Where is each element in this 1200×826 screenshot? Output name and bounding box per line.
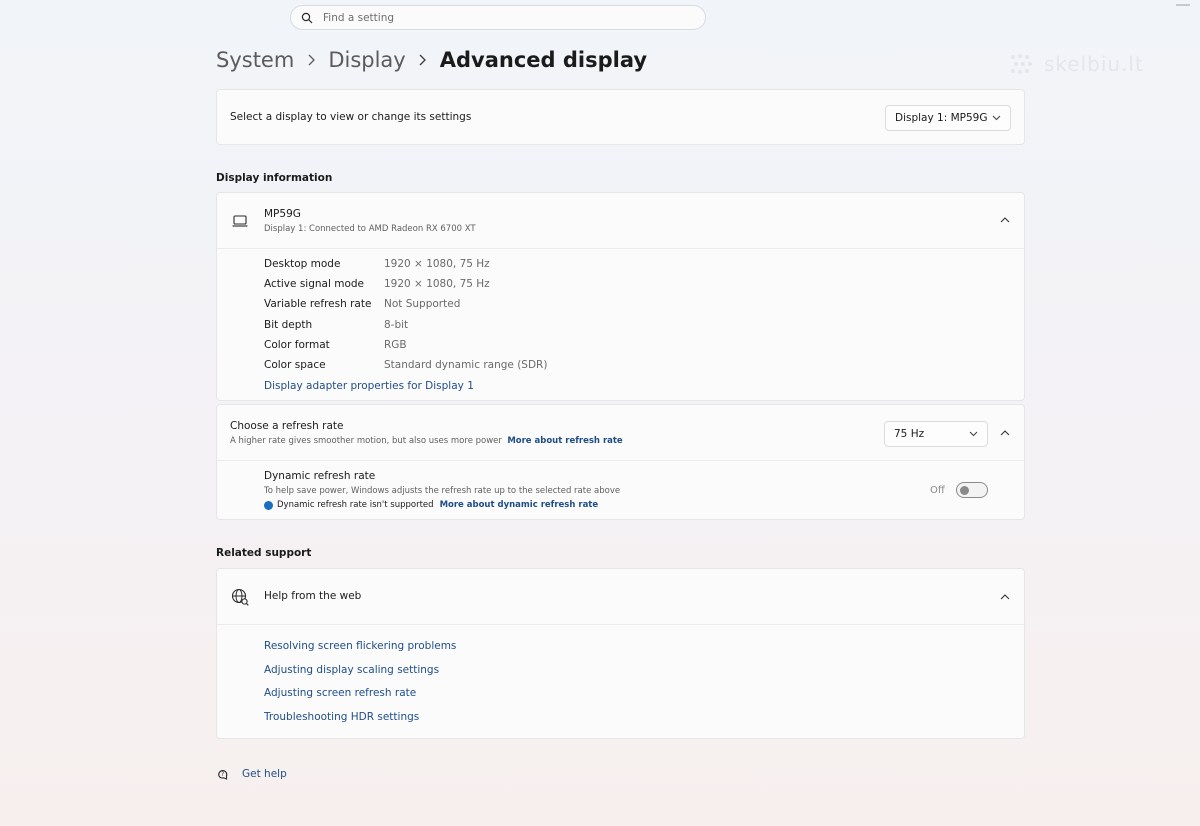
refresh-rate-dropdown[interactable]: 75 Hz [884, 421, 988, 447]
display-dropdown[interactable]: Display 1: MP59G [885, 105, 1011, 131]
display-information-heading: Display information [216, 172, 333, 184]
watermark: skelbiu.lt [1008, 52, 1144, 76]
get-help-icon: ? [218, 770, 228, 780]
more-about-refresh-rate-link[interactable]: More about refresh rate [507, 436, 622, 446]
monitor-name: MP59G [264, 208, 301, 220]
breadcrumb-chevron-icon [298, 54, 324, 66]
more-about-dynamic-refresh-rate-link[interactable]: More about dynamic refresh rate [440, 500, 599, 510]
collapse-chevron-icon[interactable] [1000, 217, 1010, 223]
info-row-color-space: Color space Standard dynamic range (SDR) [264, 359, 548, 371]
refresh-rate-card: Choose a refresh rate A higher rate give… [216, 404, 1025, 520]
chevron-down-icon [969, 431, 978, 437]
watermark-logo-icon [1011, 54, 1032, 74]
dynamic-refresh-rate-description: To help save power, Windows adjusts the … [264, 486, 621, 496]
get-help-row[interactable]: ? Get help [216, 767, 287, 781]
svg-text:?: ? [221, 771, 224, 778]
refresh-rate-description: A higher rate gives smoother motion, but… [230, 436, 623, 446]
info-row-variable-refresh-rate: Variable refresh rate Not Supported [264, 298, 461, 310]
toggle-knob [960, 485, 969, 495]
breadcrumb: System Display Advanced display [216, 44, 647, 76]
chevron-down-icon [992, 115, 1001, 121]
help-link-screen-flickering[interactable]: Resolving screen flickering problems [264, 640, 456, 652]
display-adapter-properties-link[interactable]: Display adapter properties for Display 1 [264, 380, 474, 392]
divider [217, 624, 1024, 625]
select-display-label: Select a display to view or change its s… [230, 111, 472, 123]
page-title: Advanced display [439, 48, 648, 72]
search-input[interactable] [323, 11, 683, 24]
help-link-hdr-settings[interactable]: Troubleshooting HDR settings [264, 711, 419, 723]
breadcrumb-display[interactable]: Display [328, 48, 405, 72]
collapse-chevron-icon[interactable] [1000, 594, 1010, 600]
divider [217, 248, 1024, 249]
get-help-link[interactable]: Get help [242, 768, 287, 780]
divider [217, 460, 1024, 461]
monitor-connection: Display 1: Connected to AMD Radeon RX 67… [264, 224, 476, 234]
dynamic-refresh-support-note: Dynamic refresh rate isn't supported Mor… [264, 500, 598, 510]
collapse-chevron-icon[interactable] [1000, 430, 1010, 436]
related-support-heading: Related support [216, 547, 312, 559]
help-link-refresh-rate[interactable]: Adjusting screen refresh rate [264, 687, 416, 699]
refresh-rate-dropdown-value: 75 Hz [894, 428, 925, 440]
search-icon [301, 12, 313, 23]
monitor-icon [232, 215, 248, 227]
search-box[interactable] [290, 5, 706, 30]
watermark-text: skelbiu.lt [1044, 52, 1144, 76]
toggle-state-label: Off [930, 485, 945, 496]
refresh-rate-title: Choose a refresh rate [230, 420, 344, 432]
select-display-card: Select a display to view or change its s… [216, 89, 1025, 145]
info-row-active-signal-mode: Active signal mode 1920 × 1080, 75 Hz [264, 278, 490, 290]
display-dropdown-value: Display 1: MP59G [895, 112, 988, 124]
info-row-color-format: Color format RGB [264, 339, 407, 351]
window-control-mark[interactable] [1176, 4, 1190, 6]
help-link-display-scaling[interactable]: Adjusting display scaling settings [264, 664, 439, 676]
dynamic-refresh-rate-toggle[interactable] [956, 482, 988, 498]
dynamic-refresh-rate-title: Dynamic refresh rate [264, 470, 376, 482]
display-information-card: MP59G Display 1: Connected to AMD Radeon… [216, 192, 1025, 401]
breadcrumb-system[interactable]: System [216, 48, 294, 72]
help-from-web-title: Help from the web [264, 590, 362, 602]
info-row-desktop-mode: Desktop mode 1920 × 1080, 75 Hz [264, 258, 490, 270]
breadcrumb-chevron-icon [410, 54, 436, 66]
info-icon [264, 500, 273, 510]
related-support-card: Help from the web Resolving screen flick… [216, 568, 1025, 739]
globe-icon [231, 588, 249, 606]
info-row-bit-depth: Bit depth 8-bit [264, 319, 409, 331]
